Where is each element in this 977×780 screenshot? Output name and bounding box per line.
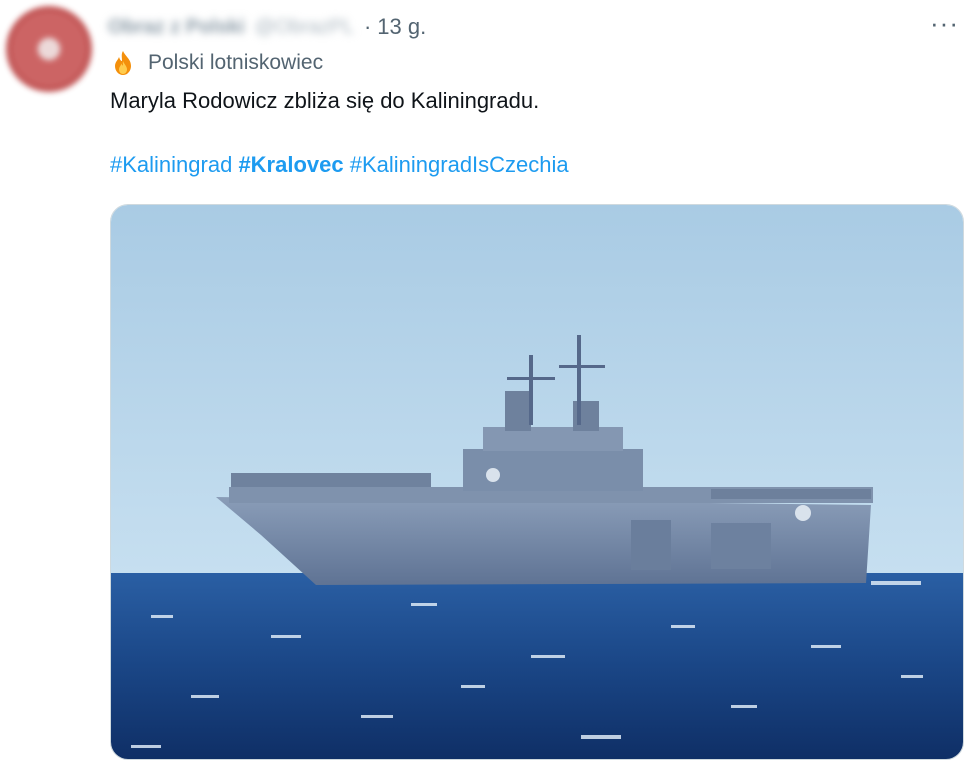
author-name[interactable]: Obraz z Polski [108,16,245,39]
tweet-text: Maryla Rodowicz zbliża się do Kaliningra… [110,88,540,113]
hashtag-row: #Kaliningrad #Kralovec #KaliningradIsCze… [110,152,569,178]
more-options-button[interactable]: ··· [930,8,959,39]
ship-photo-image [111,205,963,759]
tweet-context: Polski lotniskowiec [110,50,323,76]
author-handle[interactable]: @ObrazPL [255,16,354,39]
hashtag-link-kaliningrad-is-czechia[interactable]: #KaliningradIsCzechia [350,152,569,177]
tweet-timestamp[interactable]: 13 g. [377,14,426,40]
hashtag-link-kaliningrad[interactable]: #Kaliningrad [110,152,232,177]
fire-emoji-icon [115,51,131,75]
hashtag-link-kralovec[interactable]: #Kralovec [238,152,343,177]
tweet-header: Obraz z Polski @ObrazPL · 13 g. [108,10,426,44]
separator-dot: · [363,14,372,39]
context-label[interactable]: Polski lotniskowiec [148,51,323,75]
tweet-media-photo[interactable] [110,204,964,760]
author-avatar[interactable] [6,6,92,92]
